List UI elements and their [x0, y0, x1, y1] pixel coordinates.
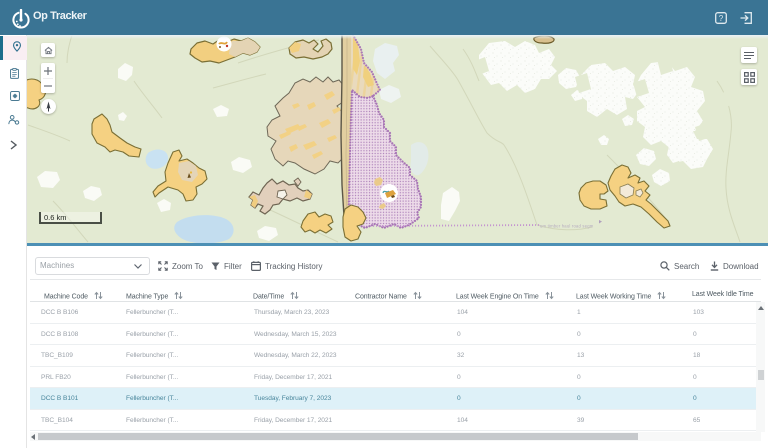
svg-text:um timber haul road segm: um timber haul road segm	[540, 224, 594, 229]
svg-text:?: ?	[719, 14, 724, 23]
